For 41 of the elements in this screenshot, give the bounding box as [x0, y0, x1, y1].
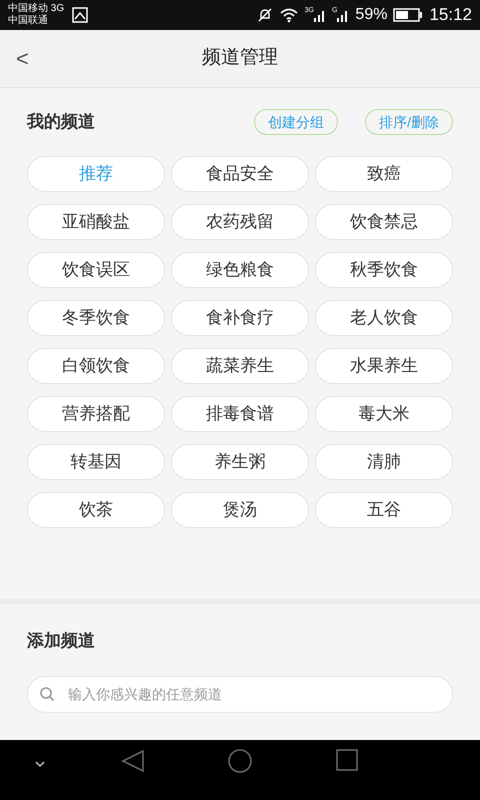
search-icon: [39, 686, 55, 702]
channel-chip[interactable]: 饮茶: [27, 492, 165, 528]
battery-percent: 59%: [355, 5, 388, 25]
channel-chip[interactable]: 五谷: [315, 492, 453, 528]
channel-chip[interactable]: 养生粥: [171, 444, 309, 480]
clock: 15:12: [429, 4, 472, 26]
channel-chip[interactable]: 秋季饮食: [315, 252, 453, 288]
channel-chip[interactable]: 水果养生: [315, 348, 453, 384]
channel-chip[interactable]: 清肺: [315, 444, 453, 480]
channel-chip[interactable]: 绿色粮食: [171, 252, 309, 288]
carrier-name: 中国移动 3G: [8, 3, 64, 14]
channel-chip[interactable]: 排毒食谱: [171, 396, 309, 432]
channel-chip[interactable]: 致癌: [315, 156, 453, 192]
channel-chip[interactable]: 蔬菜养生: [171, 348, 309, 384]
channel-chip[interactable]: 饮食误区: [27, 252, 165, 288]
channel-chip[interactable]: 冬季饮食: [27, 300, 165, 336]
wifi-icon: [278, 7, 299, 23]
channel-chip[interactable]: 转基因: [27, 444, 165, 480]
carrier-name: 中国联通: [8, 15, 49, 27]
page-title: 频道管理: [202, 46, 278, 70]
channel-chip[interactable]: 食品安全: [171, 156, 309, 192]
channel-chip[interactable]: 农药残留: [171, 204, 309, 240]
mute-icon: [256, 7, 273, 23]
section-title: 我的频道: [27, 111, 95, 134]
channel-chip[interactable]: 饮食禁忌: [315, 204, 453, 240]
home-icon[interactable]: [227, 748, 253, 774]
channel-chip[interactable]: 食补食疗: [171, 300, 309, 336]
channel-chip[interactable]: 老人饮食: [315, 300, 453, 336]
recents-icon[interactable]: [335, 748, 359, 772]
image-icon: [72, 7, 88, 23]
chevron-down-icon[interactable]: [34, 760, 46, 768]
back-icon[interactable]: [120, 748, 146, 774]
channel-chip[interactable]: 营养搭配: [27, 396, 165, 432]
channel-chip[interactable]: 白领饮食: [27, 348, 165, 384]
channel-chip[interactable]: 毒大米: [315, 396, 453, 432]
battery-icon: [393, 8, 424, 22]
search-field[interactable]: 输入你感兴趣的任意频道: [27, 676, 453, 712]
section-title: 添加频道: [27, 630, 96, 652]
channel-chip[interactable]: 煲汤: [171, 492, 309, 528]
back-button[interactable]: <: [12, 42, 33, 75]
channel-chip[interactable]: 亚硝酸盐: [27, 204, 165, 240]
